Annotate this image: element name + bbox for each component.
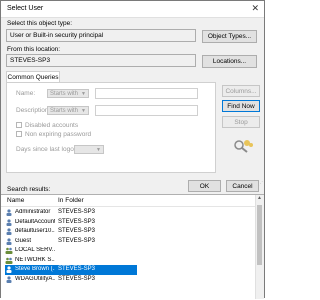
row-folder: STEVES-SP3: [58, 209, 96, 215]
object-types-button[interactable]: Object Types...: [202, 30, 257, 43]
days-since-logon-label: Days since last logon:: [16, 146, 80, 153]
user-icon: [6, 218, 12, 226]
columns-button[interactable]: Columns...: [222, 85, 260, 97]
description-input[interactable]: [95, 105, 198, 116]
ok-button[interactable]: OK: [188, 180, 221, 192]
row-name: WDAGUtilityA...: [15, 275, 55, 282]
common-queries-panel: Name: Starts with ▼ Description: Starts …: [6, 82, 216, 173]
row-folder: STEVES-SP3: [58, 237, 96, 244]
chevron-down-icon: ▼: [96, 147, 101, 153]
table-row[interactable]: Administrator STEVES-SP3: [1, 208, 121, 218]
search-people-icon: [233, 139, 253, 155]
select-user-dialog: Select User ✕ Select this object type: U…: [0, 0, 265, 299]
group-icon: [5, 257, 13, 264]
user-icon: [6, 266, 12, 273]
row-name: Steve Brown (...: [15, 266, 55, 272]
window-title: Select User: [7, 5, 44, 12]
description-mode-value: Starts with: [50, 108, 79, 114]
chevron-down-icon: ▼: [81, 91, 86, 97]
results-header: Name In Folder: [1, 195, 264, 207]
description-mode-select[interactable]: Starts with ▼: [47, 106, 89, 115]
column-header-name[interactable]: Name: [7, 197, 24, 204]
row-name: Guest: [15, 237, 32, 244]
locations-button[interactable]: Locations...: [202, 55, 257, 68]
find-now-button[interactable]: Find Now: [222, 100, 260, 112]
disabled-accounts-label: Disabled accounts: [25, 122, 79, 129]
scroll-up-icon[interactable]: ▲: [257, 195, 262, 201]
user-icon: [6, 237, 12, 245]
non-expiring-password-label: Non expiring password: [25, 131, 92, 138]
location-label: From this location:: [7, 46, 61, 53]
user-icon: [6, 275, 12, 283]
disabled-accounts-checkbox[interactable]: [16, 122, 22, 128]
table-row-selected[interactable]: Steve Brown (... STEVES-SP3: [5, 265, 137, 275]
stop-button[interactable]: Stop: [222, 116, 260, 128]
user-icon: [6, 228, 12, 235]
title-bar: Select User ✕: [1, 1, 264, 18]
search-results-list[interactable]: Name In Folder Administrator STEVES-SP3 …: [1, 194, 264, 299]
row-folder: STEVES-SP3: [58, 275, 96, 282]
group-icon: [5, 247, 13, 254]
location-field: STEVES-SP3: [6, 54, 196, 67]
cancel-button[interactable]: Cancel: [226, 180, 259, 192]
row-name: NETWORK S...: [15, 256, 55, 263]
description-label: Description:: [16, 107, 51, 114]
results-scrollbar[interactable]: ▲: [255, 195, 264, 299]
row-folder: STEVES-SP3: [58, 228, 96, 234]
object-type-field: User or Built-in security principal: [6, 29, 196, 42]
table-row[interactable]: Guest STEVES-SP3: [1, 237, 121, 247]
table-row[interactable]: DefaultAccount STEVES-SP3: [1, 218, 121, 228]
table-row[interactable]: WDAGUtilityA... STEVES-SP3: [1, 275, 121, 285]
row-folder: STEVES-SP3: [58, 218, 96, 225]
user-icon: [6, 209, 12, 216]
scrollbar-thumb[interactable]: [257, 205, 262, 265]
days-since-logon-select[interactable]: ▼: [74, 145, 104, 154]
row-name: LOCAL SERV...: [15, 247, 55, 253]
table-row[interactable]: defaultuser10... STEVES-SP3: [1, 227, 121, 237]
name-input[interactable]: [95, 88, 198, 99]
search-results-label: Search results:: [7, 186, 51, 193]
column-header-in-folder[interactable]: In Folder: [58, 197, 84, 204]
row-name: Administrator: [15, 209, 51, 215]
non-expiring-password-checkbox[interactable]: [16, 131, 22, 137]
name-mode-select[interactable]: Starts with ▼: [47, 89, 89, 98]
row-name: DefaultAccount: [15, 218, 55, 225]
close-icon[interactable]: ✕: [251, 3, 259, 14]
name-label: Name:: [16, 90, 36, 97]
object-type-label: Select this object type:: [7, 20, 73, 27]
row-folder: STEVES-SP3: [58, 266, 96, 272]
table-row[interactable]: LOCAL SERV...: [1, 246, 121, 256]
row-name: defaultuser10...: [15, 228, 55, 234]
name-mode-value: Starts with: [50, 91, 79, 97]
chevron-down-icon: ▼: [81, 108, 86, 114]
table-row[interactable]: NETWORK S...: [1, 256, 121, 266]
